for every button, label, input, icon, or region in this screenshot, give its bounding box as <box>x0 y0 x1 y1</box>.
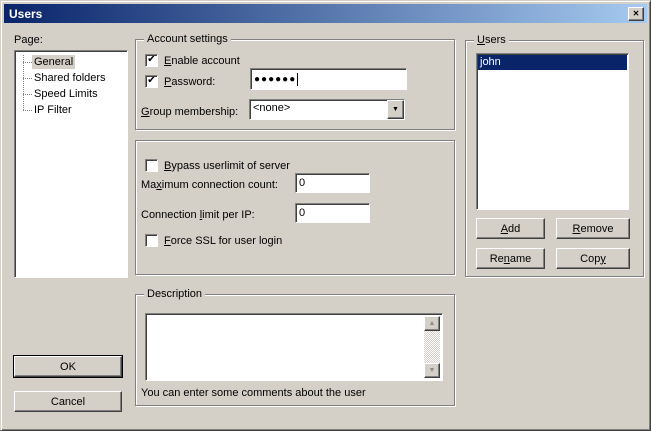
page-label: Page: <box>14 34 43 47</box>
scroll-down-icon[interactable]: ▼ <box>424 363 440 378</box>
password-label: Password: <box>164 76 215 89</box>
connection-limit-per-ip-input[interactable] <box>295 203 370 223</box>
force-ssl-label: Force SSL for user login <box>164 235 282 248</box>
password-input[interactable]: ●●●●●● <box>250 68 407 90</box>
tree-branch <box>23 94 32 95</box>
remove-button[interactable]: Remove <box>556 218 630 239</box>
users-group-title: Users <box>474 34 509 47</box>
tree-branch <box>23 110 32 111</box>
tree-item-label: Speed Limits <box>32 87 100 101</box>
tree-item-speed-limits[interactable]: Speed Limits <box>15 86 127 102</box>
force-ssl-checkbox[interactable]: ✔ <box>145 234 158 247</box>
cancel-button[interactable]: Cancel <box>14 391 122 412</box>
description-hint: You can enter some comments about the us… <box>141 387 366 400</box>
tree-item-ip-filter[interactable]: IP Filter <box>15 102 127 118</box>
checkmark-icon: ✔ <box>147 55 155 65</box>
users-group: Users john Add Remove Rename Copy <box>465 40 644 277</box>
tree-item-label: General <box>32 55 75 69</box>
tree-branch <box>23 62 32 63</box>
users-list[interactable]: john <box>476 53 629 210</box>
rename-button[interactable]: Rename <box>476 248 545 269</box>
window-title: Users <box>9 7 42 21</box>
checkmark-icon: ✔ <box>147 76 155 86</box>
tree-item-label: Shared folders <box>32 71 108 85</box>
page-tree: General Shared folders Speed Limits IP F… <box>14 50 128 278</box>
tree-item-shared-folders[interactable]: Shared folders <box>15 70 127 86</box>
enable-account-label: Enable account <box>164 55 240 68</box>
description-scrollbar[interactable]: ▲ ▼ <box>424 316 440 378</box>
max-connection-count-input[interactable] <box>295 173 370 193</box>
list-item-label: john <box>480 56 501 68</box>
list-item-john[interactable]: john <box>478 55 627 70</box>
account-settings-group: Account settings ✔ Enable account ✔ Pass… <box>135 39 455 130</box>
titlebar[interactable]: Users ✕ <box>4 4 647 23</box>
tree-item-label: IP Filter <box>32 103 74 117</box>
chevron-down-icon[interactable]: ▼ <box>387 100 404 119</box>
bypass-userlimit-checkbox[interactable]: ✔ <box>145 159 158 172</box>
enable-account-checkbox[interactable]: ✔ <box>145 54 158 67</box>
close-icon[interactable]: ✕ <box>628 7 644 21</box>
ok-button[interactable]: OK <box>14 356 122 377</box>
connection-limit-per-ip-label: Connection limit per IP: <box>141 209 255 222</box>
scroll-up-icon[interactable]: ▲ <box>424 316 440 331</box>
users-dialog: Users ✕ Page: General Shared folders Spe… <box>0 0 651 431</box>
password-checkbox[interactable]: ✔ <box>145 75 158 88</box>
add-button[interactable]: Add <box>476 218 545 239</box>
description-textarea[interactable]: ▲ ▼ <box>145 313 443 381</box>
description-group: Description ▲ ▼ You can enter some comme… <box>135 294 455 406</box>
connection-settings-group: ✔ Bypass userlimit of server Maximum con… <box>135 140 455 275</box>
tree-branch <box>23 78 32 79</box>
group-membership-label: Group membership: <box>141 106 238 119</box>
password-masked-value: ●●●●●● <box>254 74 296 85</box>
group-membership-select[interactable]: <none> ▼ <box>249 99 405 120</box>
scrollbar-track[interactable] <box>424 331 440 363</box>
account-settings-title: Account settings <box>144 33 231 46</box>
max-connection-count-label: Maximum connection count: <box>141 179 278 192</box>
description-title: Description <box>144 288 205 301</box>
tree-item-general[interactable]: General <box>15 54 127 70</box>
copy-button[interactable]: Copy <box>556 248 630 269</box>
text-cursor <box>297 73 298 86</box>
bypass-userlimit-label: Bypass userlimit of server <box>164 160 290 173</box>
group-membership-value: <none> <box>250 100 387 119</box>
